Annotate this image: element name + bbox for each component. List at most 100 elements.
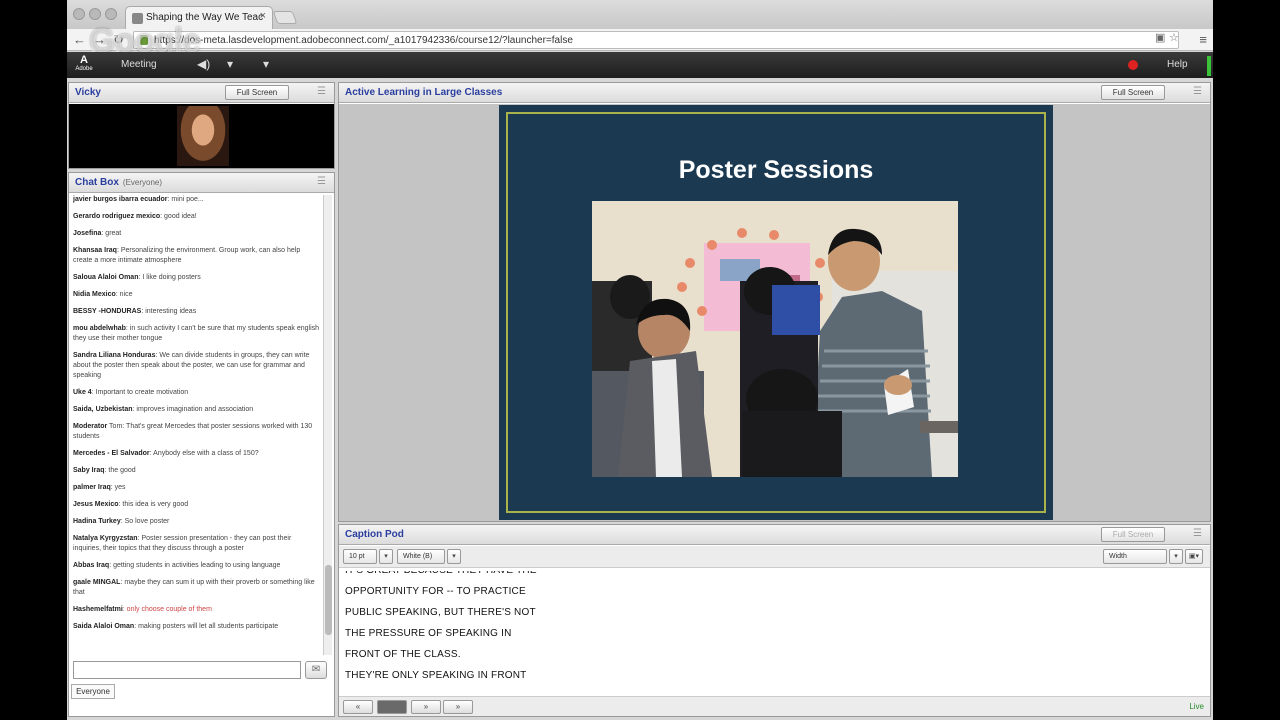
chat-message: Saida, Uzbekistan: improves imagination … [73,405,321,415]
chevron-down-icon[interactable]: ▾ [379,549,393,564]
last-page-button[interactable]: » [443,700,473,714]
chat-sender: javier burgos ibarra ecuador [73,196,168,203]
chat-message: palmer Iraq: yes [73,483,321,493]
current-page-button[interactable] [377,700,407,714]
chat-sender: Khansaa Iraq [73,247,117,254]
speaker-icon[interactable]: ◀) [197,57,210,71]
chat-sender: palmer Iraq [73,484,111,491]
send-message-icon[interactable]: ✉ [305,661,327,679]
chat-message: gaale MINGAL: maybe they can sum it up w… [73,578,321,598]
back-icon[interactable]: ← [73,32,86,47]
share-pod-title: Active Learning in Large Classes [345,87,503,98]
chat-text: : mini poe... [167,196,204,203]
chat-message: Uke 4: Important to create motivation [73,388,321,398]
chat-pod-title: Chat Box (Everyone) [75,177,163,188]
chat-message: BESSY -HONDURAS: interesting ideas [73,307,321,317]
chat-text: : only choose couple of them [122,606,212,613]
caption-pod-title: Caption Pod [345,529,404,540]
chat-text: : good idea! [160,213,197,220]
chat-message: Moderator Tom: That's great Mercedes tha… [73,422,321,442]
options-icon[interactable]: ▣▾ [1185,549,1203,564]
share-pod: Active Learning in Large Classes Full Sc… [338,82,1211,522]
classroom-photo [592,201,958,477]
font-size-select[interactable]: 10 pt [343,549,377,564]
chat-input[interactable] [73,661,301,679]
maximize-window-button[interactable] [105,8,117,20]
caption-full-screen-button[interactable]: Full Screen [1101,527,1165,542]
chat-text: : great [101,230,122,237]
chat-sender: Saida Alaloi Oman [73,623,135,630]
video-pod-title: Vicky [75,87,101,98]
width-select[interactable]: Width [1103,549,1167,564]
page-action-icon[interactable]: ▣ [1155,31,1165,44]
scroll-thumb[interactable] [325,565,332,635]
address-bar[interactable]: https://dos-meta.lasdevelopment.adobecon… [133,31,1179,49]
live-status: Live [1189,702,1204,711]
chevron-down-icon[interactable]: ▾ [447,549,461,564]
chat-text: : getting students in activities leading… [109,562,281,569]
connection-status-bar [1207,56,1211,76]
caption-footer: « » » Live [339,696,1210,716]
bookmark-star-icon[interactable]: ☆ [1169,31,1179,44]
chat-sender: BESSY -HONDURAS [73,308,142,315]
chat-text: : Important to create motivation [91,389,189,396]
chat-message: Mercedes - El Salvador: Anybody else wit… [73,449,321,459]
caption-line: PUBLIC SPEAKING, BUT THERE'S NOT [345,607,536,618]
color-select[interactable]: White (B) [397,549,445,564]
chat-sender: Nidia Mexico [73,291,116,298]
chat-sender: Saloua Alaloi Oman [73,274,139,281]
first-page-button[interactable]: « [343,700,373,714]
chat-sender: Josefina [73,230,102,237]
help-menu[interactable]: Help [1167,59,1188,70]
chat-sender: Gerardo rodriguez mexico [73,213,161,220]
chat-text: : making posters will let all students p… [134,623,279,630]
chat-text: : the good [104,467,136,474]
chat-message: Nidia Mexico: nice [73,290,321,300]
tab-close-icon[interactable]: × [260,10,266,22]
chat-sender: Moderator [73,423,108,430]
caption-line: FRONT OF THE CLASS. [345,649,461,660]
caption-line: THE PRESSURE OF SPEAKING IN [345,628,512,639]
chrome-menu-icon[interactable]: ≡ [1199,32,1207,47]
chat-message: javier burgos ibarra ecuador: mini poe..… [73,195,321,205]
pod-menu-icon[interactable]: ☰ [317,176,326,187]
chat-sender: Natalya Kyrgyzstan [73,535,138,542]
chat-message: Abbas Iraq: getting students in activiti… [73,561,321,571]
chat-text: : nice [115,291,133,298]
caption-controls: 10 pt ▾ White (B) ▾ Width ▾ ▣▾ [339,546,1210,568]
chat-message: Sandra Liliana Honduras: We can divide s… [73,351,321,381]
microphone-icon[interactable]: ▾ [227,57,233,71]
chat-text: : improves imagination and association [132,406,254,413]
chat-sender: Abbas Iraq [73,562,110,569]
new-tab-button[interactable] [272,11,298,24]
video-full-screen-button[interactable]: Full Screen [225,85,289,100]
pod-menu-icon[interactable]: ☰ [1193,528,1202,539]
caption-line: IT'S GREAT BECAUSE THEY HAVE THE [345,571,745,581]
record-icon[interactable] [1128,60,1138,70]
pod-menu-icon[interactable]: ☰ [317,86,326,97]
adobe-logo: A Adobe [75,54,93,72]
browser-tabstrip: Shaping the Way We Teac × [67,0,1213,29]
caption-line: OPPORTUNITY FOR -- TO PRACTICE [345,586,526,597]
next-page-button[interactable]: » [411,700,441,714]
close-window-button[interactable] [73,8,85,20]
meeting-menu[interactable]: Meeting [121,59,157,70]
minimize-window-button[interactable] [89,8,101,20]
browser-toolbar: ← → ↻ https://dos-meta.lasdevelopment.ad… [67,29,1213,51]
pod-menu-icon[interactable]: ☰ [1193,86,1202,97]
chat-text: : I like doing posters [138,274,201,281]
chat-message: Hashemelfatmi: only choose couple of the… [73,605,321,615]
chevron-down-icon[interactable]: ▾ [1169,549,1183,564]
camera-icon[interactable]: ▾ [263,57,269,71]
chat-text: Tom: That's great Mercedes that poster s… [73,423,313,440]
chat-sender: Uke 4 [73,389,92,396]
chat-message: Hadina Turkey: So love poster [73,517,321,527]
share-full-screen-button[interactable]: Full Screen [1101,85,1165,100]
presentation-slide: Poster Sessions [499,105,1053,520]
chat-scrollbar[interactable] [323,195,332,655]
chat-messages: javier burgos ibarra ecuador: mini poe..… [73,195,321,655]
chat-message: Gerardo rodriguez mexico: good idea! [73,212,321,222]
chat-message: Natalya Kyrgyzstan: Poster session prese… [73,534,321,554]
chat-everyone-tab[interactable]: Everyone [71,684,115,699]
chat-text: : interesting ideas [141,308,197,315]
